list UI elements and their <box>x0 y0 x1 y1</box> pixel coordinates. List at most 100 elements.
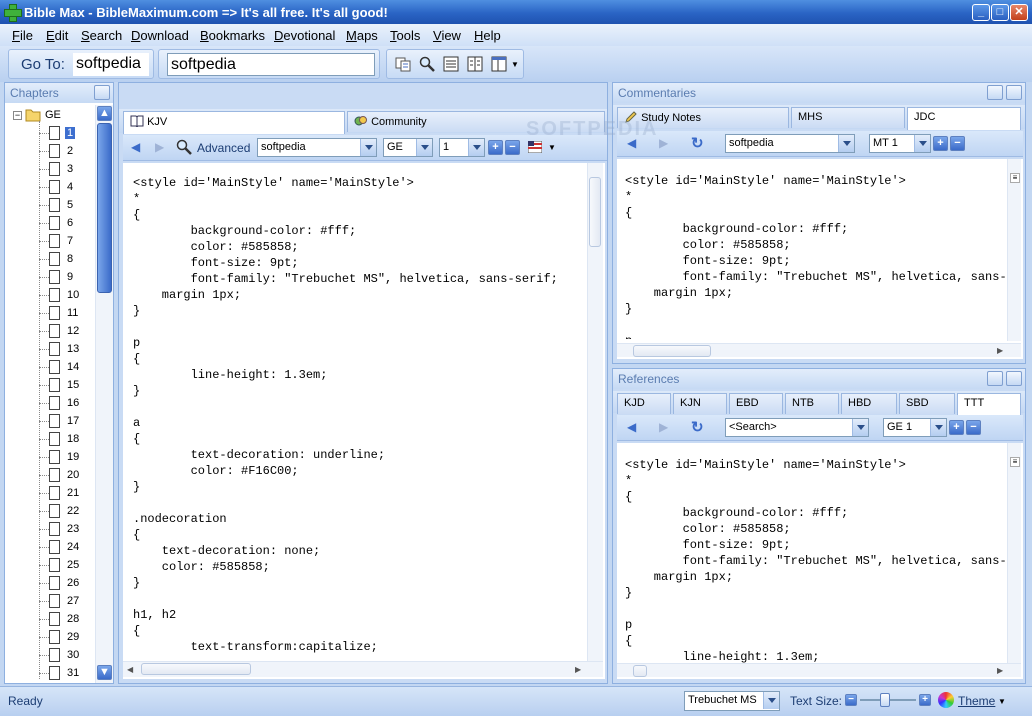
commentaries-pin-icon[interactable] <box>1006 85 1022 100</box>
scroll-up-icon[interactable]: ▲ <box>97 106 112 121</box>
tree-connector <box>39 493 49 494</box>
tab-hbd[interactable]: HBD <box>841 393 897 414</box>
menu-devotional[interactable]: Devotional <box>274 28 335 43</box>
forward-icon[interactable]: ▶ <box>155 140 164 154</box>
close-button[interactable]: ✕ <box>1010 4 1028 21</box>
status-text: Ready <box>8 694 43 708</box>
tab-jdc[interactable]: JDC <box>907 107 1021 130</box>
chapter-combo[interactable]: 1 <box>439 138 485 157</box>
main-search-combo[interactable]: softpedia <box>257 138 377 157</box>
back-icon[interactable]: ◀ <box>627 420 636 434</box>
menu-maps[interactable]: Maps <box>346 28 378 43</box>
references-vscroll-thumb[interactable]: ≡ <box>1010 457 1020 467</box>
menu-file[interactable]: File <box>12 28 33 43</box>
chapter-number: 8 <box>67 253 74 265</box>
commentaries-search-combo[interactable]: softpedia <box>725 134 855 153</box>
forward-icon[interactable]: ▶ <box>659 420 668 434</box>
commentaries-restore-icon[interactable] <box>987 85 1003 100</box>
theme-button[interactable]: Theme <box>958 694 995 708</box>
commentaries-ref-combo[interactable]: MT 1 <box>869 134 931 153</box>
references-search-combo[interactable]: <Search> <box>725 418 869 437</box>
scroll-right-icon[interactable]: ▶ <box>997 346 1003 355</box>
references-hscroll-thumb[interactable] <box>633 665 647 677</box>
book-combo[interactable]: GE <box>383 138 433 157</box>
maximize-button[interactable]: □ <box>991 4 1009 21</box>
scroll-thumb[interactable] <box>97 123 112 293</box>
tab-mhs[interactable]: MHS <box>791 107 905 128</box>
tab-kjv[interactable]: KJV <box>123 111 345 134</box>
menu-edit[interactable]: Edit <box>46 28 68 43</box>
scroll-right-icon[interactable]: ▶ <box>997 666 1003 675</box>
minus-icon[interactable]: − <box>966 420 981 435</box>
menu-search[interactable]: Search <box>81 28 122 43</box>
back-icon[interactable]: ◀ <box>131 140 140 154</box>
community-icon <box>354 116 367 126</box>
references-hscroll[interactable]: ▶ <box>617 663 1021 677</box>
text-size-slider-thumb[interactable] <box>880 693 890 707</box>
find-icon[interactable] <box>419 56 435 72</box>
refresh-icon[interactable]: ↻ <box>691 134 704 152</box>
chapters-scrollbar[interactable]: ▲ ▼ <box>95 105 113 683</box>
main-hscroll[interactable]: ◀ ▶ <box>123 661 603 677</box>
chapter-number: 30 <box>67 649 80 661</box>
flag-dropdown-icon[interactable]: ▼ <box>548 143 556 152</box>
tab-kjd[interactable]: KJD <box>617 393 671 414</box>
layout-icon[interactable] <box>491 56 507 72</box>
minimize-button[interactable]: _ <box>972 4 990 21</box>
plus-icon[interactable]: + <box>488 140 503 155</box>
menu-download[interactable]: Download <box>131 28 189 43</box>
menu-bookmarks[interactable]: Bookmarks <box>200 28 265 43</box>
text-size-increase-icon[interactable]: + <box>919 694 931 706</box>
tab-sbd[interactable]: SBD <box>899 393 955 414</box>
main-vscroll[interactable] <box>587 163 603 661</box>
menu-tools[interactable]: Tools <box>390 28 420 43</box>
flag-icon[interactable] <box>528 141 542 153</box>
tab-kjn[interactable]: KJN <box>673 393 727 414</box>
references-pin-icon[interactable] <box>1006 371 1022 386</box>
main-hscroll-thumb[interactable] <box>141 663 251 675</box>
forward-icon[interactable]: ▶ <box>659 136 668 150</box>
references-panel: References KJD KJN EBD NTB HBD SBD TTT ◀… <box>612 368 1026 684</box>
scroll-left-icon[interactable]: ◀ <box>127 665 133 674</box>
chapter-number: 16 <box>67 397 80 409</box>
plus-icon[interactable]: + <box>949 420 964 435</box>
menu-help[interactable]: Help <box>474 28 501 43</box>
tree-connector <box>39 133 49 134</box>
text-size-decrease-icon[interactable]: − <box>845 694 857 706</box>
book-label[interactable]: GE <box>45 109 61 121</box>
theme-icon[interactable] <box>938 692 954 708</box>
refresh-icon[interactable]: ↻ <box>691 418 704 436</box>
collapse-icon[interactable]: − <box>13 111 22 120</box>
page-icon <box>49 468 60 482</box>
goto-input[interactable]: softpedia <box>73 53 149 76</box>
tab-ebd[interactable]: EBD <box>729 393 783 414</box>
references-ref-combo[interactable]: GE 1 <box>883 418 947 437</box>
commentaries-hscroll[interactable]: ▶ <box>617 343 1021 357</box>
list-view-icon[interactable] <box>443 56 459 72</box>
references-vscroll[interactable]: ≡ <box>1007 443 1021 663</box>
minus-icon[interactable]: − <box>950 136 965 151</box>
tree-connector <box>39 565 49 566</box>
tree-connector <box>39 277 49 278</box>
advanced-button[interactable]: Advanced <box>197 141 250 155</box>
scroll-right-icon[interactable]: ▶ <box>575 665 581 674</box>
chapters-pin-icon[interactable] <box>94 85 110 100</box>
tab-ntb[interactable]: NTB <box>785 393 839 414</box>
columns-view-icon[interactable] <box>467 56 483 72</box>
search-input[interactable]: softpedia <box>167 53 375 76</box>
references-restore-icon[interactable] <box>987 371 1003 386</box>
commentaries-vscroll[interactable]: ≡ <box>1007 159 1021 341</box>
tab-ttt[interactable]: TTT <box>957 393 1021 416</box>
plus-icon[interactable]: + <box>933 136 948 151</box>
commentaries-hscroll-thumb[interactable] <box>633 345 711 357</box>
main-vscroll-thumb[interactable] <box>589 177 601 247</box>
references-tabs: KJD KJN EBD NTB HBD SBD TTT <box>613 391 1025 416</box>
theme-dropdown-icon[interactable]: ▼ <box>998 697 1006 706</box>
commentaries-vscroll-thumb[interactable]: ≡ <box>1010 173 1020 183</box>
scroll-down-icon[interactable]: ▼ <box>97 665 112 680</box>
copy-icon[interactable] <box>395 56 411 72</box>
font-combo[interactable]: Trebuchet MS <box>684 691 780 711</box>
menu-view[interactable]: View <box>433 28 461 43</box>
layout-dropdown-icon[interactable]: ▼ <box>511 60 519 69</box>
minus-icon[interactable]: − <box>505 140 520 155</box>
